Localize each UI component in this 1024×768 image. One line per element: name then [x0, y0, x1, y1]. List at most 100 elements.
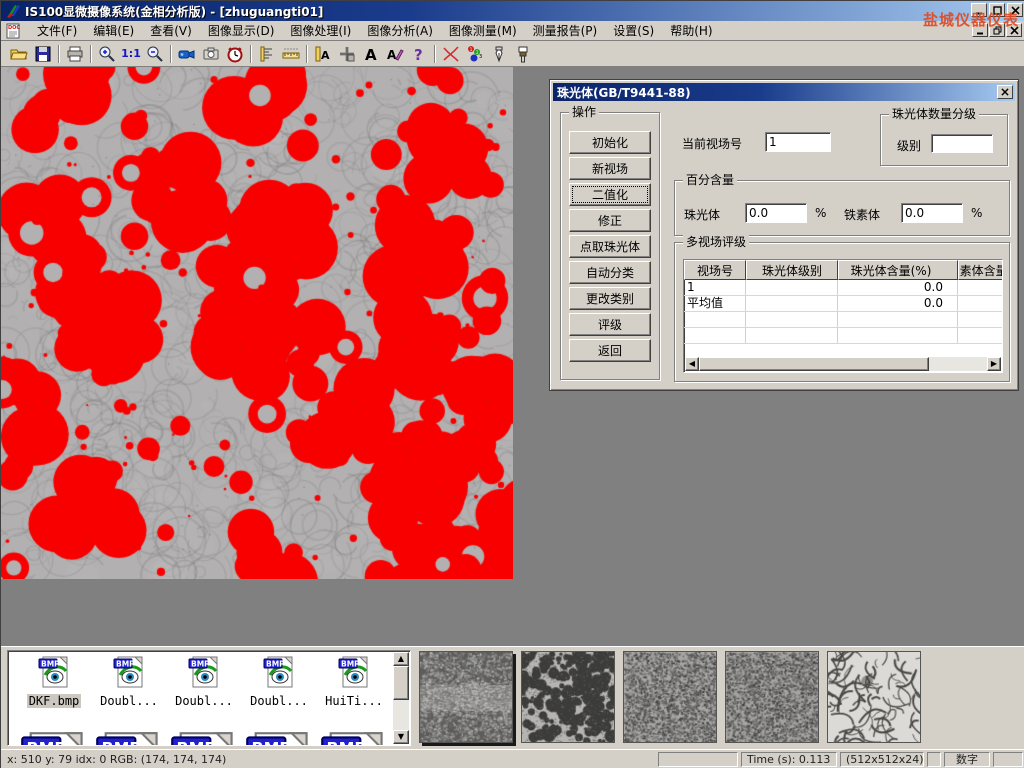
scroll-thumb[interactable]	[393, 666, 409, 700]
cell: 1	[684, 280, 746, 295]
dialog-title-bar[interactable]: 珠光体(GB/T9441-88)	[553, 83, 1015, 101]
help-icon[interactable]: ?	[407, 43, 431, 65]
return-button[interactable]: 返回	[569, 339, 651, 362]
auto-classify-button[interactable]: 自动分类	[569, 261, 651, 284]
mdi-workspace: 珠光体(GB/T9441-88) 操作 初始化 新视场 二值化 修正 点取珠光体…	[1, 67, 1024, 646]
bmp-file-icon: BMP	[93, 729, 165, 746]
file-name[interactable]: Doubl...	[248, 694, 310, 708]
thumbnail-3[interactable]	[623, 651, 717, 743]
scroll-left-icon[interactable]: ◀	[685, 357, 699, 371]
cell	[746, 312, 838, 327]
ferrite-input[interactable]	[901, 203, 963, 223]
child-close-button[interactable]	[1006, 23, 1022, 37]
save-icon[interactable]	[31, 43, 55, 65]
menu-edit[interactable]: 编辑(E)	[85, 20, 142, 41]
correct-button[interactable]: 修正	[569, 209, 651, 232]
file-name[interactable]: HuiTi...	[323, 694, 385, 708]
status-bar: x: 510 y: 79 idx: 0 RGB: (174, 174, 174)…	[1, 749, 1024, 768]
thumbnail-4[interactable]	[725, 651, 819, 743]
multi-field-group-label: 多视场评级	[683, 235, 749, 249]
pen-tool-icon[interactable]	[487, 43, 511, 65]
child-restore-button[interactable]	[989, 23, 1005, 37]
toolbar-separator	[58, 45, 60, 63]
file-item[interactable]: BMP	[318, 729, 390, 746]
table-row[interactable]: 1 0.0	[684, 280, 1002, 296]
file-item[interactable]: BMP HuiTi...	[318, 655, 390, 708]
thumbnail-1[interactable]	[419, 651, 513, 743]
menu-image-process[interactable]: 图像处理(I)	[282, 20, 359, 41]
menu-image-analysis[interactable]: 图像分析(A)	[359, 20, 441, 41]
status-empty	[993, 752, 1023, 767]
menu-view[interactable]: 查看(V)	[142, 20, 200, 41]
toolbar-separator	[250, 45, 252, 63]
menu-help[interactable]: 帮助(H)	[662, 20, 720, 41]
file-item[interactable]: BMP	[168, 729, 240, 746]
pick-pearlite-button[interactable]: 点取珠光体	[569, 235, 651, 258]
classify-dots-icon[interactable]: 123	[463, 43, 487, 65]
timer-clock-icon[interactable]	[223, 43, 247, 65]
open-folder-icon[interactable]	[7, 43, 31, 65]
file-item[interactable]: BMP Doubl...	[168, 655, 240, 708]
brush-tool-icon[interactable]	[511, 43, 535, 65]
table-row[interactable]	[684, 328, 1002, 344]
actual-size-icon[interactable]: 1:1	[119, 43, 143, 65]
file-item[interactable]: BMP	[243, 729, 315, 746]
measure-text-icon[interactable]: A	[311, 43, 335, 65]
file-item[interactable]: BMP	[18, 729, 90, 746]
init-button[interactable]: 初始化	[569, 131, 651, 154]
maximize-button[interactable]	[989, 3, 1005, 17]
file-name[interactable]: Doubl...	[173, 694, 235, 708]
scroll-thumb[interactable]	[699, 357, 929, 371]
change-class-button[interactable]: 更改类别	[569, 287, 651, 310]
table-row[interactable]: 平均值 0.0	[684, 296, 1002, 312]
curve-tool-icon[interactable]	[439, 43, 463, 65]
print-icon[interactable]	[63, 43, 87, 65]
file-item[interactable]: BMP Doubl...	[93, 655, 165, 708]
file-item[interactable]: BMP DKF.bmp	[18, 655, 90, 708]
binarize-button[interactable]: 二值化	[569, 183, 651, 206]
file-vscrollbar[interactable]: ▲ ▼	[393, 652, 409, 744]
table-hscrollbar[interactable]: ◀ ▶	[685, 357, 1001, 371]
file-item[interactable]: BMP Doubl...	[243, 655, 315, 708]
text-tool-icon[interactable]: A	[359, 43, 383, 65]
caliper-icon[interactable]	[255, 43, 279, 65]
dialog-close-button[interactable]	[997, 85, 1013, 99]
grade-input[interactable]	[931, 134, 993, 153]
file-name[interactable]: DKF.bmp	[27, 694, 82, 708]
pearlite-input[interactable]	[745, 203, 807, 223]
multi-field-group: 多视场评级 视场号 珠光体级别 珠光体含量(%) 铁素体含量(%) 1 0.0	[674, 242, 1010, 382]
file-browser[interactable]: BMP DKF.bmp BMP Doubl... BMP Doubl... BM…	[7, 650, 411, 746]
grade-button[interactable]: 评级	[569, 313, 651, 336]
rating-table[interactable]: 视场号 珠光体级别 珠光体含量(%) 铁素体含量(%) 1 0.0 平均值	[683, 259, 1003, 373]
menu-report[interactable]: 测量报告(P)	[525, 20, 606, 41]
menu-image-measure[interactable]: 图像测量(M)	[441, 20, 525, 41]
file-name[interactable]: Doubl...	[98, 694, 160, 708]
new-field-button[interactable]: 新视场	[569, 157, 651, 180]
table-row[interactable]	[684, 312, 1002, 328]
menu-file[interactable]: 文件(F)	[29, 20, 85, 41]
capture-icon[interactable]	[199, 43, 223, 65]
minimize-button[interactable]	[971, 3, 987, 17]
cell	[958, 280, 1003, 295]
metallograph-image[interactable]	[1, 67, 513, 579]
zoom-out-icon[interactable]	[143, 43, 167, 65]
menu-image-display[interactable]: 图像显示(D)	[200, 20, 283, 41]
close-button[interactable]	[1007, 3, 1023, 17]
child-minimize-button[interactable]	[972, 23, 988, 37]
thumbnail-5[interactable]	[827, 651, 921, 743]
cell: 0.0	[838, 280, 958, 295]
thumbnail-2[interactable]	[521, 651, 615, 743]
bmp-file-icon: BMP	[112, 655, 146, 689]
ruler-icon[interactable]	[279, 43, 303, 65]
edit-text-icon[interactable]: A	[383, 43, 407, 65]
scroll-up-icon[interactable]: ▲	[393, 652, 409, 666]
zoom-in-icon[interactable]	[95, 43, 119, 65]
scroll-right-icon[interactable]: ▶	[987, 357, 1001, 371]
file-item[interactable]: BMP	[93, 729, 165, 746]
video-camera-icon[interactable]	[175, 43, 199, 65]
current-field-input[interactable]	[765, 132, 831, 152]
menu-settings[interactable]: 设置(S)	[605, 20, 662, 41]
scroll-down-icon[interactable]: ▼	[393, 730, 409, 744]
grid-tool-icon[interactable]	[335, 43, 359, 65]
table-header: 视场号 珠光体级别 珠光体含量(%) 铁素体含量(%)	[684, 260, 1002, 280]
